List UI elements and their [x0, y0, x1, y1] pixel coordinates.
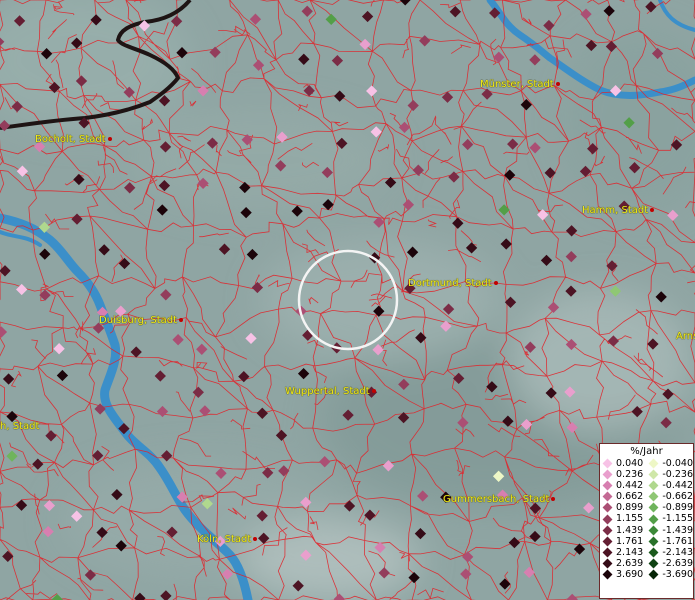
legend-row: 0.662 -0.662	[600, 491, 693, 502]
legend-entry-negative: -1.761	[646, 536, 693, 547]
legend-value: 3.690	[616, 568, 644, 580]
legend-value: -0.236	[662, 469, 693, 481]
legend-swatch	[648, 469, 659, 480]
legend-row: 0.899 -0.899	[600, 502, 693, 513]
legend-entry-positive: 0.236	[600, 469, 646, 480]
legend-swatch	[602, 502, 613, 513]
legend-value: 0.040	[616, 458, 644, 469]
legend-value: 0.442	[616, 480, 644, 492]
legend-value: -1.155	[662, 513, 693, 525]
legend-value: 0.236	[616, 469, 644, 481]
legend-swatch	[648, 569, 659, 580]
legend-value: -0.662	[662, 491, 693, 503]
legend-value: -2.639	[662, 557, 693, 569]
city-label-hamm: Hamm, Stadt	[582, 205, 655, 217]
legend-value: -0.442	[662, 480, 693, 492]
legend-swatch	[648, 514, 659, 524]
map-layer	[0, 0, 695, 600]
legend-entry-negative: -0.442	[646, 480, 693, 491]
legend-row: 0.040 -0.040	[600, 458, 693, 469]
legend-entry-positive: 3.690	[600, 569, 646, 580]
city-label-dortmund: Dortmund, Stadt	[408, 278, 498, 290]
legend-swatch	[602, 514, 613, 524]
legend-row: 2.143 -2.143	[600, 547, 693, 558]
legend-swatch	[648, 480, 659, 491]
legend-swatch	[648, 525, 659, 536]
legend-swatch	[648, 502, 659, 513]
legend-swatch	[602, 569, 613, 580]
city-label-muenster: Münster, Stadt	[480, 79, 560, 91]
city-label-partial-right: Arns	[676, 331, 695, 342]
legend-entry-positive: 0.899	[600, 502, 646, 513]
legend-value: 1.439	[616, 524, 644, 536]
legend-value: 0.899	[616, 502, 644, 514]
legend: %/Jahr 0.040 -0.040 0.236 -0.236 0.442 -0.442…	[599, 443, 694, 599]
legend-swatch	[602, 480, 613, 491]
legend-swatch	[648, 491, 659, 502]
legend-swatch	[602, 547, 613, 558]
legend-entry-positive: 1.439	[600, 525, 646, 536]
legend-entry-positive: 1.155	[600, 513, 646, 524]
legend-entry-positive: 2.143	[600, 547, 646, 558]
legend-swatch	[602, 491, 613, 502]
legend-entry-negative: -2.143	[646, 547, 693, 558]
city-label-bocholt: Bocholt, Stadt	[35, 134, 112, 146]
legend-swatch	[602, 525, 613, 536]
legend-swatch	[602, 458, 613, 469]
legend-value: -0.040	[662, 458, 693, 469]
legend-swatch	[602, 558, 613, 569]
city-label-duisburg: Duisburg, Stadt	[99, 315, 184, 327]
legend-value: -1.761	[662, 535, 693, 547]
legend-value: 2.639	[616, 557, 644, 569]
legend-entry-negative: -0.899	[646, 502, 693, 513]
legend-value: -2.143	[662, 546, 693, 558]
legend-entry-negative: -1.439	[646, 525, 693, 536]
legend-entry-negative: -0.662	[646, 491, 693, 502]
legend-entry-negative: -2.639	[646, 558, 693, 569]
legend-value: -1.439	[662, 524, 693, 536]
city-label-wuppertal: Wuppertal, Stadt	[285, 386, 376, 398]
legend-entry-positive: 0.040	[600, 458, 646, 469]
legend-row: 1.155 -1.155	[600, 513, 693, 524]
legend-entry-positive: 0.442	[600, 480, 646, 491]
legend-entry-positive: 2.639	[600, 558, 646, 569]
map-canvas[interactable]: Münster, Stadt Bocholt, Stadt Hamm, Stad…	[0, 0, 695, 600]
legend-entry-positive: 0.662	[600, 491, 646, 502]
legend-rows: 0.040 -0.040 0.236 -0.236 0.442 -0.442 0.662 -0…	[600, 458, 693, 580]
legend-row: 1.439 -1.439	[600, 525, 693, 536]
legend-swatch	[648, 536, 659, 547]
legend-swatch	[602, 469, 613, 480]
legend-swatch	[602, 536, 613, 547]
legend-title: %/Jahr	[630, 446, 663, 457]
legend-entry-positive: 1.761	[600, 536, 646, 547]
legend-value: -0.899	[662, 502, 693, 514]
legend-entry-negative: -1.155	[646, 513, 693, 524]
legend-swatch	[648, 558, 659, 569]
legend-value: -3.690	[662, 568, 693, 580]
city-label-gummersbach: Gummersbach, Stadt	[443, 494, 556, 506]
legend-row: 3.690 -3.690	[600, 569, 693, 580]
legend-entry-negative: -0.040	[646, 458, 693, 469]
city-label-koeln: Köln, Stadt	[197, 534, 258, 546]
legend-swatch	[648, 547, 659, 558]
legend-value: 1.761	[616, 535, 644, 547]
legend-row: 1.761 -1.761	[600, 536, 693, 547]
legend-entry-negative: -0.236	[646, 469, 693, 480]
legend-value: 2.143	[616, 546, 644, 558]
legend-row: 0.236 -0.236	[600, 469, 693, 480]
legend-swatch	[648, 458, 659, 469]
legend-value: 1.155	[616, 513, 644, 525]
legend-value: 0.662	[616, 491, 644, 503]
legend-row: 0.442 -0.442	[600, 480, 693, 491]
legend-row: 2.639 -2.639	[600, 558, 693, 569]
city-label-partial-left: h, Stadt	[0, 421, 40, 432]
legend-entry-negative: -3.690	[646, 569, 693, 580]
